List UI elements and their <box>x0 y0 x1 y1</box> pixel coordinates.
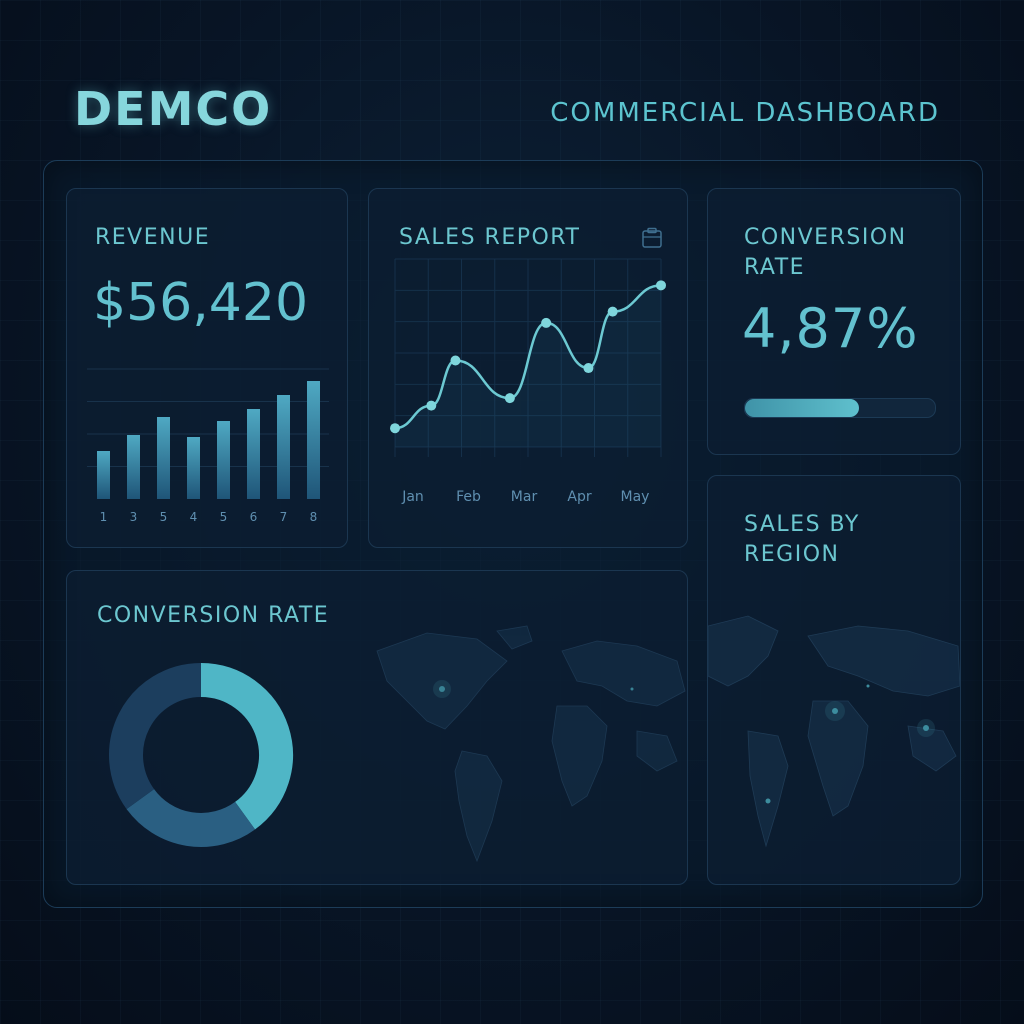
sales-line-month-label: Jan <box>401 489 424 505</box>
donut-slice <box>126 788 256 847</box>
sales-line-point <box>656 280 666 291</box>
revenue-bar <box>307 381 320 499</box>
revenue-bar <box>97 451 110 499</box>
brand-logo: DEMCO <box>74 82 273 136</box>
revenue-bar-label: 8 <box>310 510 318 524</box>
sales-line-month-label: Apr <box>567 489 591 505</box>
sales-region-title-line2: REGION <box>744 542 840 567</box>
sales-report-card[interactable]: SALES REPORT Jan Feb Mar Apr May <box>368 188 688 548</box>
conversion-map-title: CONVERSION RATE <box>97 603 330 628</box>
revenue-bar-label: 4 <box>190 510 198 524</box>
revenue-bar-label: 1 <box>100 510 108 524</box>
revenue-bar <box>157 417 170 499</box>
revenue-bar-chart: 1 3 5 4 5 6 7 8 <box>87 368 329 524</box>
conversion-map-card[interactable]: CONVERSION RATE <box>66 570 688 885</box>
sales-line-month-label: Feb <box>456 489 481 505</box>
sales-line-point <box>607 306 618 317</box>
sales-line-point <box>504 393 515 404</box>
world-map <box>376 625 686 863</box>
revenue-value: $56,420 <box>93 273 309 333</box>
conversion-progress-track <box>744 398 936 418</box>
conversion-donut-chart <box>109 663 293 847</box>
donut-slice <box>200 663 293 830</box>
sales-region-card[interactable]: SALES BY REGION <box>707 475 961 885</box>
sales-line-month-label: Mar <box>511 489 538 505</box>
conversion-title-line2: RATE <box>744 255 806 280</box>
sales-line-point <box>450 355 461 366</box>
sales-line-chart: Jan Feb Mar Apr May <box>390 258 666 505</box>
conversion-title-line1: CONVERSION <box>744 225 907 250</box>
region-world-map <box>708 615 960 848</box>
sales-line-point <box>541 317 552 328</box>
revenue-bar <box>217 421 230 499</box>
sales-line-point <box>426 400 437 411</box>
dashboard-title: COMMERCIAL DASHBOARD <box>550 98 940 128</box>
revenue-bar-label: 3 <box>130 510 138 524</box>
revenue-bar-label: 5 <box>160 510 168 524</box>
clipboard-icon[interactable] <box>641 227 663 249</box>
sales-line-point <box>583 363 594 374</box>
revenue-bar <box>277 395 290 499</box>
revenue-title: REVENUE <box>95 225 211 250</box>
sales-line-month-label: May <box>621 489 650 505</box>
revenue-bar-label: 6 <box>250 510 258 524</box>
conversion-value: 4,87% <box>742 297 919 360</box>
revenue-bar-label: 7 <box>280 510 288 524</box>
revenue-bar <box>247 409 260 499</box>
donut-slice <box>109 663 202 810</box>
conversion-progress-fill <box>745 399 859 417</box>
conversion-rate-card[interactable]: CONVERSION RATE 4,87% <box>707 188 961 455</box>
revenue-bar <box>127 435 140 499</box>
revenue-bar-label: 5 <box>220 510 228 524</box>
sales-region-title-line1: SALES BY <box>744 512 860 537</box>
revenue-card[interactable]: REVENUE $56,420 1 3 5 4 5 6 7 8 <box>66 188 348 548</box>
revenue-bar <box>187 437 200 499</box>
sales-line-point <box>390 423 400 434</box>
